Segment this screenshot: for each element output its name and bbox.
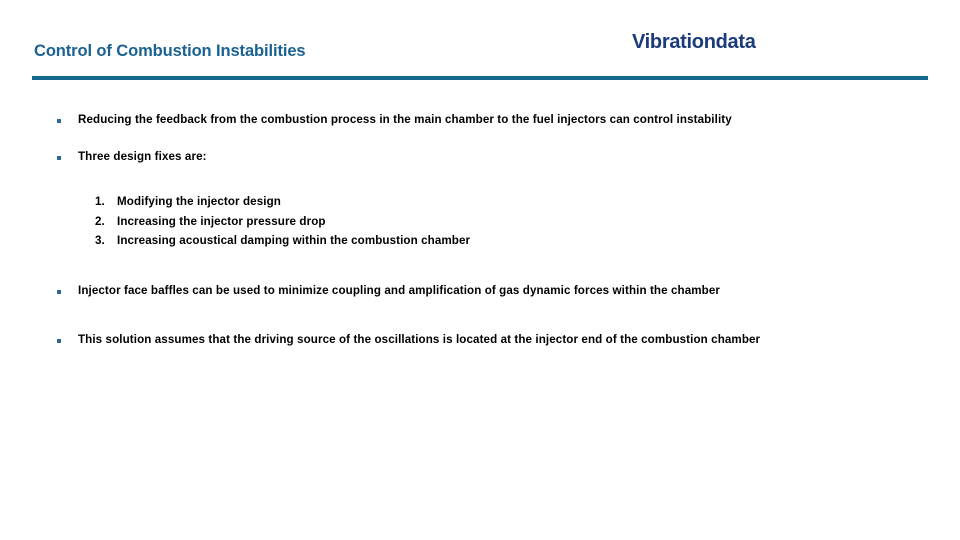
slide-header: Control of Combustion Instabilities Vibr… (0, 0, 960, 88)
slide-canvas: Control of Combustion Instabilities Vibr… (0, 0, 960, 540)
bullet-square-icon (57, 289, 61, 294)
list-item: Injector face baffles can be used to min… (0, 281, 960, 300)
numbered-list-index: 3. (95, 234, 105, 248)
list-item: Reducing the feedback from the combustio… (0, 110, 960, 129)
bullet-square-icon (57, 156, 61, 160)
header-divider (32, 76, 928, 80)
list-item: Three design fixes are: (0, 147, 960, 166)
numbered-list-label: Increasing acoustical damping within the… (117, 234, 471, 248)
numbered-list-item: 3. Increasing acoustical damping within … (0, 231, 960, 251)
bullet-square-icon (57, 338, 61, 343)
slide-content: Reducing the feedback from the combustio… (0, 110, 960, 367)
bullet-text: Three design fixes are: (78, 150, 207, 163)
bullet-text: Injector face baffles can be used to min… (78, 283, 720, 297)
numbered-list: 1. Modifying the injector design 2. Incr… (0, 192, 960, 251)
bullet-text: Reducing the feedback from the combustio… (78, 113, 732, 126)
numbered-list-index: 2. (95, 214, 105, 228)
bullet-square-icon (57, 119, 61, 123)
numbered-list-label: Increasing the injector pressure drop (117, 214, 326, 228)
bullet-text: This solution assumes that the driving s… (78, 332, 761, 346)
numbered-list-label: Modifying the injector design (117, 195, 281, 208)
list-item: This solution assumes that the driving s… (0, 330, 960, 349)
numbered-list-item: 1. Modifying the injector design (0, 192, 960, 212)
page-title: Control of Combustion Instabilities (34, 42, 306, 60)
brand-logo: Vibrationdata (632, 31, 756, 53)
numbered-list-index: 1. (95, 195, 105, 208)
numbered-list-item: 2. Increasing the injector pressure drop (0, 212, 960, 232)
